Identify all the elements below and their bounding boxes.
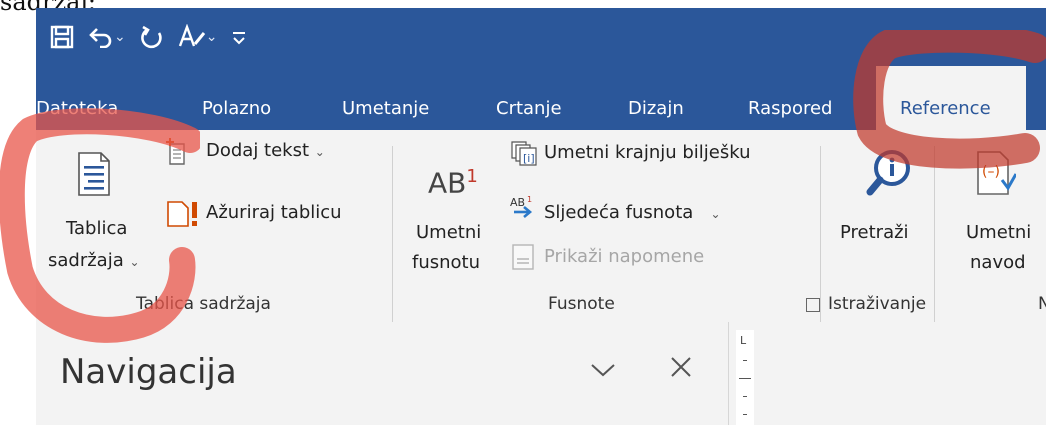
save-icon[interactable] xyxy=(46,17,78,57)
toc-group-label: Tablica sadržaja xyxy=(136,294,271,314)
nav-options-chevron-icon[interactable] xyxy=(590,352,616,385)
toc-dropdown-chevron[interactable]: ⌄ xyxy=(129,255,139,269)
group-divider xyxy=(820,146,821,322)
tab-stop-selector-icon[interactable]: L xyxy=(740,334,746,347)
next-footnote-icon: AB 1 xyxy=(510,195,532,218)
search-research-icon xyxy=(866,150,910,196)
tab-datoteka[interactable]: Datoteka xyxy=(36,66,118,130)
add-text-chevron[interactable]: ⌄ xyxy=(315,145,325,159)
citations-group-label: N xyxy=(1038,294,1046,314)
tab-reference[interactable]: Reference xyxy=(876,66,1026,130)
format-painter-icon[interactable]: ⌄ xyxy=(174,17,222,57)
insert-endnote-label: Umetni krajnju bilješku xyxy=(544,142,751,163)
customize-qat-icon[interactable] xyxy=(227,17,251,57)
footnotes-dialog-launcher-icon[interactable] xyxy=(806,298,820,312)
footnote-superscript: 1 xyxy=(466,166,478,187)
format-dropdown-chevron[interactable]: ⌄ xyxy=(206,29,218,45)
close-icon[interactable] xyxy=(670,352,692,385)
table-of-contents-icon xyxy=(78,152,110,196)
add-text-icon xyxy=(166,138,185,165)
search-label: Pretraži xyxy=(840,222,909,243)
quick-access-toolbar: ⌄ ⌄ xyxy=(36,8,251,66)
research-group-label: Istraživanje xyxy=(828,294,927,314)
tab-crtanje[interactable]: Crtanje xyxy=(496,66,562,130)
insert-footnote-icon: AB1 xyxy=(428,166,478,199)
toc-button-line2: sadržaja xyxy=(48,250,124,271)
tab-umetanje[interactable]: Umetanje xyxy=(342,66,429,130)
footnotes-group-label: Fusnote xyxy=(548,294,615,314)
undo-dropdown-chevron[interactable]: ⌄ xyxy=(114,29,126,45)
ribbon-tabs: Datoteka Polazno Umetanje Crtanje Dizajn… xyxy=(36,66,1046,130)
update-table-icon xyxy=(167,201,197,227)
tab-polazno[interactable]: Polazno xyxy=(202,66,271,130)
redo-icon[interactable] xyxy=(136,17,168,57)
pane-divider xyxy=(728,322,729,425)
group-divider xyxy=(392,146,393,322)
ruler-tick xyxy=(739,378,751,379)
ruler-tick xyxy=(743,360,747,361)
insert-footnote-line1: Umetni xyxy=(416,222,482,243)
ruler-tick xyxy=(743,396,747,397)
next-footnote-chevron[interactable]: ⌄ xyxy=(710,207,720,221)
insert-citation-icon: (–) xyxy=(977,151,1016,195)
show-notes-label: Prikaži napomene xyxy=(544,246,705,267)
title-bar: ⌄ ⌄ xyxy=(36,8,1046,66)
svg-text:[i]: [i] xyxy=(523,152,535,165)
svg-text:(–): (–) xyxy=(982,164,1000,180)
navigation-pane: Navigacija L xyxy=(36,322,1046,425)
navigation-title: Navigacija xyxy=(60,352,237,392)
add-text-label: Dodaj tekst xyxy=(206,140,310,161)
group-divider xyxy=(934,146,935,322)
insert-citation-line1: Umetni xyxy=(966,222,1032,243)
insert-endnote-icon: [i] xyxy=(511,141,537,166)
update-table-label: Ažuriraj tablicu xyxy=(206,202,342,223)
svg-text:1: 1 xyxy=(527,195,532,204)
svg-text:AB: AB xyxy=(510,196,525,209)
ab-text: AB xyxy=(428,166,467,200)
tab-dizajn[interactable]: Dizajn xyxy=(628,66,684,130)
next-footnote-label: Sljedeća fusnota xyxy=(544,202,694,223)
toc-button-line1: Tablica xyxy=(66,218,128,239)
ribbon-panel: Tablica sadržaja ⌄ Dodaj tekst ⌄ Ažurira… xyxy=(36,130,1046,323)
vertical-ruler[interactable]: L xyxy=(736,330,754,425)
show-notes-icon xyxy=(512,244,534,270)
tab-raspored[interactable]: Raspored xyxy=(748,66,832,130)
ruler-tick xyxy=(743,414,747,415)
undo-icon[interactable]: ⌄ xyxy=(84,17,130,57)
insert-footnote-line2: fusnotu xyxy=(412,252,481,273)
insert-citation-line2: navod xyxy=(970,252,1026,273)
